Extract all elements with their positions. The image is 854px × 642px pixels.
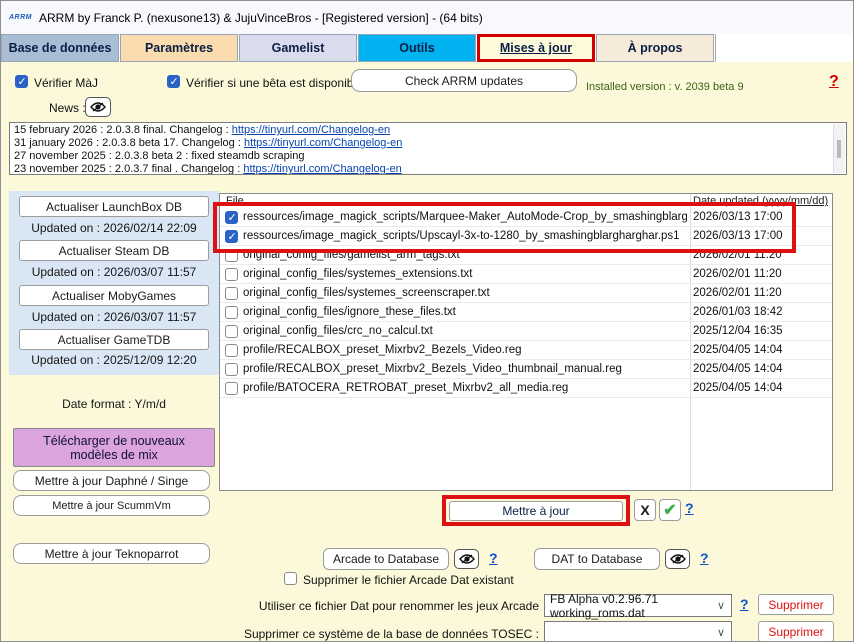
file-date: 2025/04/05 14:04 bbox=[693, 363, 783, 375]
changelog-link[interactable]: https://tinyurl.com/Changelog-en bbox=[244, 137, 402, 149]
help-link-dat[interactable]: ? bbox=[700, 550, 709, 566]
file-date: 2025/12/04 16:35 bbox=[693, 325, 783, 337]
actualiser-steam-button[interactable]: Actualiser Steam DB bbox=[19, 240, 209, 261]
changelog-link[interactable]: https://tinyurl.com/Changelog-en bbox=[243, 163, 401, 175]
file-name: profile/RECALBOX_preset_Mixrbv2_Bezels_V… bbox=[243, 344, 687, 356]
chevron-down-icon: ∨ bbox=[717, 599, 725, 612]
annotation-rows-highlight bbox=[213, 202, 796, 253]
dat-file-value: FB Alpha v0.2.96.71 working_roms.dat bbox=[550, 592, 711, 620]
tab-a-propos[interactable]: À propos bbox=[596, 34, 714, 62]
file-name: profile/RECALBOX_preset_Mixrbv2_Bezels_V… bbox=[243, 363, 687, 375]
row-checkbox[interactable] bbox=[225, 306, 238, 319]
gametdb-updated-text: Updated on : 2025/12/09 12:20 bbox=[9, 353, 219, 367]
chevron-down-icon: ∨ bbox=[717, 626, 725, 639]
confirm-check-button[interactable]: ✔ bbox=[659, 499, 681, 521]
news-visibility-button[interactable] bbox=[85, 97, 111, 117]
file-name: original_config_files/systemes_screenscr… bbox=[243, 287, 687, 299]
news-line: 23 november 2025 : 2.0.3.7 final . Chang… bbox=[14, 163, 830, 175]
steam-updated-text: Updated on : 2026/03/07 11:57 bbox=[9, 265, 219, 279]
dat-file-combobox[interactable]: FB Alpha v0.2.96.71 working_roms.dat ∨ bbox=[544, 594, 732, 617]
file-date: 2026/02/01 11:20 bbox=[693, 287, 782, 299]
actualiser-mobygames-button[interactable]: Actualiser MobyGames bbox=[19, 285, 209, 306]
file-date: 2025/04/05 14:04 bbox=[693, 344, 783, 356]
table-row[interactable]: profile/RECALBOX_preset_Mixrbv2_Bezels_V… bbox=[220, 341, 832, 360]
table-row[interactable]: original_config_files/ignore_these_files… bbox=[220, 303, 832, 322]
mettre-a-jour-button[interactable]: Mettre à jour bbox=[449, 501, 623, 521]
delete-arcade-dat-label: Supprimer le fichier Arcade Dat existant bbox=[303, 573, 514, 587]
help-link-dat-file[interactable]: ? bbox=[740, 596, 749, 612]
news-line: 15 february 2026 : 2.0.3.8 final. Change… bbox=[14, 124, 830, 137]
tosec-combobox[interactable]: ∨ bbox=[544, 621, 732, 642]
dat-visibility-button[interactable] bbox=[665, 549, 690, 569]
tab-bar: Base de données Paramètres Gamelist Outi… bbox=[1, 34, 854, 62]
mobygames-updated-text: Updated on : 2026/03/07 11:57 bbox=[9, 310, 219, 324]
tab-base-de-donnees[interactable]: Base de données bbox=[1, 34, 119, 62]
arcade-to-database-button[interactable]: Arcade to Database bbox=[323, 548, 449, 570]
download-mix-models-button[interactable]: Télécharger de nouveaux modèles de mix bbox=[13, 428, 215, 467]
file-name: original_config_files/ignore_these_files… bbox=[243, 306, 687, 318]
table-row[interactable]: original_config_files/systemes_extension… bbox=[220, 265, 832, 284]
date-format-text: Date format : Y/m/d bbox=[9, 397, 219, 411]
row-checkbox[interactable] bbox=[225, 344, 238, 357]
tab-parametres[interactable]: Paramètres bbox=[120, 34, 238, 62]
title-bar: ARRM ARRM by Franck P. (nexusone13) & Ju… bbox=[1, 1, 854, 34]
update-daphne-button[interactable]: Mettre à jour Daphné / Singe bbox=[13, 470, 210, 491]
changelog-link[interactable]: https://tinyurl.com/Changelog-en bbox=[232, 124, 390, 136]
help-link-update[interactable]: ? bbox=[685, 500, 694, 516]
row-checkbox[interactable] bbox=[225, 363, 238, 376]
eye-icon bbox=[90, 101, 106, 113]
supprimer-dat-button[interactable]: Supprimer bbox=[758, 594, 834, 615]
help-link-arcade[interactable]: ? bbox=[489, 550, 498, 566]
window-title: ARRM by Franck P. (nexusone13) & JujuVin… bbox=[39, 11, 483, 25]
row-checkbox[interactable] bbox=[225, 382, 238, 395]
news-label: News : bbox=[49, 101, 86, 115]
table-row[interactable]: original_config_files/crc_no_calcul.txt 2… bbox=[220, 322, 832, 341]
help-link-top[interactable]: ? bbox=[829, 73, 839, 91]
row-checkbox[interactable] bbox=[225, 287, 238, 300]
app-window: ARRM ARRM by Franck P. (nexusone13) & Ju… bbox=[0, 0, 854, 642]
dat-file-label: Utiliser ce fichier Dat pour renommer le… bbox=[71, 599, 539, 613]
file-name: profile/BATOCERA_RETROBAT_preset_Mixrbv2… bbox=[243, 382, 687, 394]
tab-gamelist[interactable]: Gamelist bbox=[239, 34, 357, 62]
verify-beta-checkbox[interactable] bbox=[167, 75, 180, 88]
tab-separator bbox=[715, 34, 716, 62]
actualiser-launchbox-button[interactable]: Actualiser LaunchBox DB bbox=[19, 196, 209, 217]
actualiser-gametdb-button[interactable]: Actualiser GameTDB bbox=[19, 329, 209, 350]
verify-beta-label: Vérifier si une bêta est disponible bbox=[186, 76, 363, 90]
row-checkbox[interactable] bbox=[225, 325, 238, 338]
app-logo-icon: ARRM bbox=[9, 14, 32, 21]
file-date: 2025/04/05 14:04 bbox=[693, 382, 783, 394]
eye-icon bbox=[459, 553, 475, 565]
file-date: 2026/01/03 18:42 bbox=[693, 306, 783, 318]
table-row[interactable]: profile/RECALBOX_preset_Mixrbv2_Bezels_V… bbox=[220, 360, 832, 379]
news-line: 27 november 2025 : 2.0.3.8 beta 2 : fixe… bbox=[14, 150, 830, 163]
news-line: 31 january 2026 : 2.0.3.8 beta 17. Chang… bbox=[14, 137, 830, 150]
cancel-x-button[interactable]: X bbox=[634, 499, 656, 521]
arcade-visibility-button[interactable] bbox=[454, 549, 479, 569]
supprimer-tosec-button[interactable]: Supprimer bbox=[758, 621, 834, 642]
delete-arcade-dat-checkbox[interactable] bbox=[284, 572, 297, 585]
file-date: 2026/02/01 11:20 bbox=[693, 268, 782, 280]
check-arrm-updates-button[interactable]: Check ARRM updates bbox=[351, 69, 577, 92]
eye-icon bbox=[670, 553, 686, 565]
file-name: original_config_files/crc_no_calcul.txt bbox=[243, 325, 687, 337]
update-scummvm-button[interactable]: Mettre à jour ScummVm bbox=[13, 495, 210, 516]
table-row[interactable]: profile/BATOCERA_RETROBAT_preset_Mixrbv2… bbox=[220, 379, 832, 398]
annotation-update-highlight: Mettre à jour bbox=[442, 495, 630, 526]
tosec-label: Supprimer ce système de la base de donné… bbox=[41, 627, 539, 641]
news-scrollbar[interactable] bbox=[833, 124, 845, 173]
table-row[interactable]: original_config_files/systemes_screenscr… bbox=[220, 284, 832, 303]
tab-outils[interactable]: Outils bbox=[358, 34, 476, 62]
update-teknoparrot-button[interactable]: Mettre à jour Teknoparrot bbox=[13, 543, 210, 564]
check-icon: ✔ bbox=[663, 500, 676, 520]
tab-mises-a-jour[interactable]: Mises à jour bbox=[477, 34, 595, 62]
news-textbox[interactable]: 15 february 2026 : 2.0.3.8 final. Change… bbox=[9, 122, 847, 175]
verify-maj-checkbox[interactable] bbox=[15, 75, 28, 88]
row-checkbox[interactable] bbox=[225, 268, 238, 281]
launchbox-updated-text: Updated on : 2026/02/14 22:09 bbox=[9, 221, 219, 235]
file-name: original_config_files/systemes_extension… bbox=[243, 268, 687, 280]
verify-maj-label: Vérifier MàJ bbox=[34, 76, 98, 90]
dat-to-database-button[interactable]: DAT to Database bbox=[534, 548, 660, 570]
installed-version-text: Installed version : v. 2039 beta 9 bbox=[586, 81, 744, 93]
